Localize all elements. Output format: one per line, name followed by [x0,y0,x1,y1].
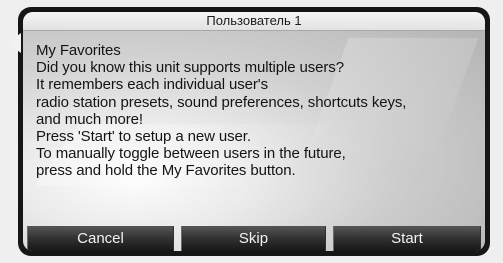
message-line-6: Press 'Start' to setup a new user. [36,128,251,146]
back-arrow-icon[interactable] [7,33,21,53]
skip-button[interactable]: Skip [181,226,326,251]
message-line-5: and much more! [36,110,143,128]
message-line-2: Did you know this unit supports multiple… [36,59,344,77]
message-line-4: radio station presets, sound preferences… [36,93,407,111]
device-screen-background: Пользователь 1 My Favorites Did you know… [0,0,503,263]
message-line-1: My Favorites [36,42,121,59]
title-bar: Пользователь 1 [23,12,485,31]
message-line-7: To manually toggle between users in the … [36,145,346,163]
message-line-8: press and hold the My Favorites button. [36,162,296,180]
message-line-3: It remembers each individual user's [36,76,268,94]
cancel-button[interactable]: Cancel [27,226,174,251]
dialog-title: Пользователь 1 [206,13,302,28]
start-button[interactable]: Start [333,226,481,251]
dialog-buttons: Cancel Skip Start [23,226,485,251]
dialog-message: My Favorites Did you know this unit supp… [36,42,476,180]
dialog-screen: Пользователь 1 My Favorites Did you know… [23,12,485,251]
screen-frame: Пользователь 1 My Favorites Did you know… [18,7,490,256]
